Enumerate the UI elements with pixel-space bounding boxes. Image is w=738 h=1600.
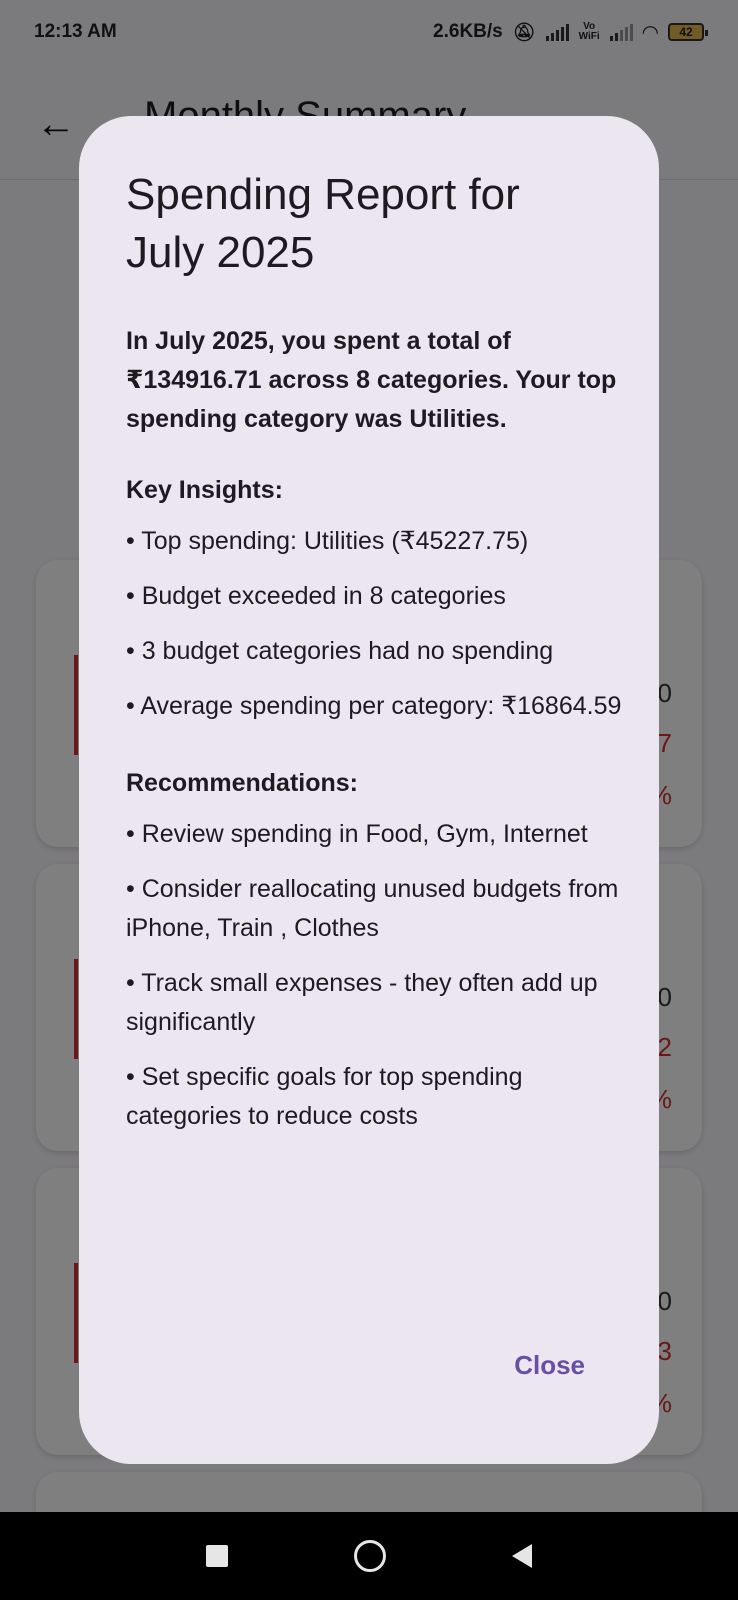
back-icon[interactable] (512, 1544, 532, 1568)
dialog-title: Spending Report for July 2025 (126, 170, 520, 277)
insight-item: • Average spending per category: ₹16864.… (126, 692, 622, 720)
insight-item: • Top spending: Utilities (₹45227.75) (126, 527, 529, 555)
home-icon[interactable] (354, 1540, 386, 1572)
recommendation-item: • Review spending in Food, Gym, Internet (126, 820, 588, 848)
insights-heading: Key Insights: (126, 476, 283, 504)
recommendations-heading: Recommendations: (126, 769, 358, 797)
insight-item: • 3 budget categories had no spending (126, 637, 554, 665)
report-summary: In July 2025, you spent a total of ₹1349… (126, 327, 617, 433)
system-nav-bar (0, 1512, 738, 1600)
close-button[interactable]: Close (514, 1350, 585, 1381)
recommendation-item: • Track small expenses - they often add … (126, 969, 598, 1036)
spending-report-dialog: Spending Report for July 2025 In July 20… (79, 116, 659, 1464)
insight-item: • Budget exceeded in 8 categories (126, 582, 506, 610)
dialog-content[interactable]: In July 2025, you spent a total of ₹1349… (126, 322, 626, 1390)
recommendation-item: • Consider reallocating unused budgets f… (126, 875, 619, 942)
recommendation-item: • Set specific goals for top spending ca… (126, 1063, 523, 1130)
recents-icon[interactable] (206, 1545, 228, 1567)
